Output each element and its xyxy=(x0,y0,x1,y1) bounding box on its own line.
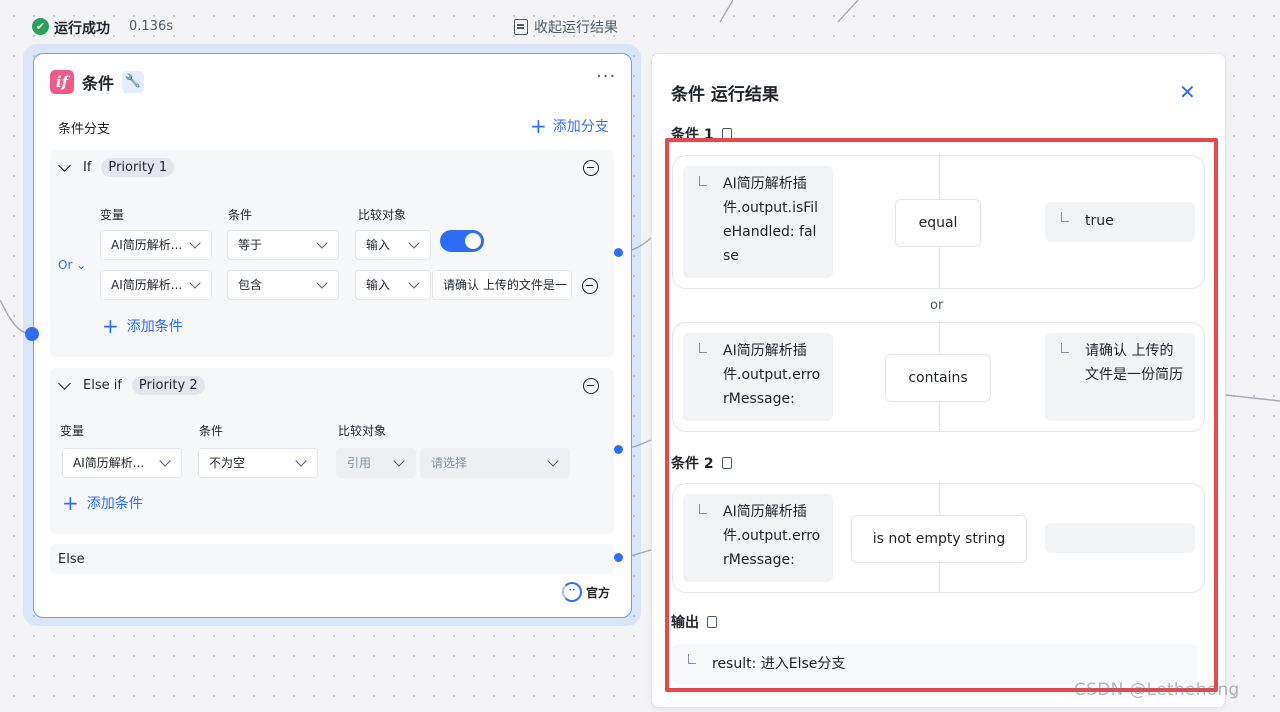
compare-value-input[interactable]: 请确认 上传的文件是一 xyxy=(432,270,572,300)
column-label-condition: 条件 xyxy=(228,208,253,222)
remove-branch-icon[interactable] xyxy=(583,160,599,176)
branch-kind: If xyxy=(83,160,92,175)
column-label-variable: 变量 xyxy=(60,424,85,438)
add-condition-label: 添加条件 xyxy=(86,496,143,512)
if-branch: If Priority 1 变量 条件 比较对象 Or ⌄ AI简历解析... … xyxy=(50,150,614,357)
priority-badge: Priority 1 xyxy=(101,158,175,177)
compare-value: 请确认 上传的文件是一 xyxy=(443,278,567,292)
column-label-condition: 条件 xyxy=(199,424,224,438)
variable-value: AI简历解析... xyxy=(73,456,145,470)
panel-title: 条件 运行结果 xyxy=(671,85,779,105)
branch-kind: Else xyxy=(58,552,85,567)
collapse-results-label: 收起运行结果 xyxy=(534,20,618,36)
operator-select[interactable]: 不为空 xyxy=(198,448,318,478)
chevron-down-icon xyxy=(316,277,328,289)
plus-icon: + xyxy=(102,314,119,338)
add-branch-button[interactable]: + 添加分支 xyxy=(530,116,609,136)
else-if-branch-header[interactable]: Else if Priority 2 xyxy=(58,376,205,395)
if-branch-header[interactable]: If Priority 1 xyxy=(58,158,175,177)
chevron-down-icon xyxy=(159,455,171,467)
else-output-port[interactable] xyxy=(614,553,623,562)
success-check-icon: ✔ xyxy=(32,18,49,35)
operator-select[interactable]: 包含 xyxy=(227,270,339,300)
add-branch-label: 添加分支 xyxy=(552,119,609,135)
chevron-down-icon xyxy=(408,277,420,289)
chevron-down-icon xyxy=(408,237,420,249)
else-branch[interactable]: Else xyxy=(50,544,614,574)
highlight-annotation-box xyxy=(665,138,1218,692)
column-label-compare: 比较对象 xyxy=(338,424,387,438)
else-if-branch: Else if Priority 2 变量 条件 比较对象 AI简历解析... … xyxy=(50,368,614,534)
add-condition-button[interactable]: + 添加条件 xyxy=(62,493,143,513)
variable-value: AI简历解析... xyxy=(111,278,183,292)
chevron-down-icon xyxy=(393,455,405,467)
ref-type-select[interactable]: 引用 xyxy=(336,448,416,478)
ref-type-value: 输入 xyxy=(366,238,391,252)
logic-label: Or xyxy=(58,258,73,272)
remove-branch-icon[interactable] xyxy=(583,378,599,394)
collapse-results-button[interactable]: 收起运行结果 xyxy=(514,16,618,38)
chevron-down-icon[interactable] xyxy=(58,158,71,172)
chevron-down-icon xyxy=(295,455,307,467)
run-status-label: 运行成功 xyxy=(54,21,110,37)
wrench-icon[interactable]: 🔧 xyxy=(122,71,145,93)
variable-select[interactable]: AI简历解析... xyxy=(100,230,212,260)
column-label-compare: 比较对象 xyxy=(358,208,407,222)
document-icon xyxy=(514,19,528,35)
node-title: 条件 xyxy=(82,74,115,93)
ref-type-value: 输入 xyxy=(366,278,391,292)
chevron-down-icon xyxy=(189,277,201,289)
add-condition-button[interactable]: + 添加条件 xyxy=(102,316,183,336)
ref-type-value: 引用 xyxy=(347,456,372,470)
chevron-down-icon xyxy=(547,455,559,467)
logic-toggle[interactable]: Or ⌄ xyxy=(58,258,86,272)
variable-select[interactable]: AI简历解析... xyxy=(100,270,212,300)
variable-select[interactable]: AI简历解析... xyxy=(62,448,182,478)
compare-placeholder: 请选择 xyxy=(431,456,468,470)
plus-icon: + xyxy=(530,114,547,138)
ref-type-select[interactable]: 输入 xyxy=(355,270,431,300)
official-label: 官方 xyxy=(586,585,611,600)
variable-value: AI简历解析... xyxy=(111,238,183,252)
remove-condition-icon[interactable] xyxy=(582,278,598,294)
if-output-port[interactable] xyxy=(614,248,623,257)
else-if-output-port[interactable] xyxy=(614,445,623,454)
priority-badge: Priority 2 xyxy=(131,376,205,395)
compare-value-select[interactable]: 请选择 xyxy=(420,448,570,478)
chevron-down-icon xyxy=(189,237,201,249)
run-status-bar: ✔ 运行成功 0.136s 收起运行结果 xyxy=(30,14,630,40)
node-header: if 条件 🔧 xyxy=(50,70,145,94)
more-options-icon[interactable]: ··· xyxy=(596,66,616,87)
branch-kind: Else if xyxy=(83,378,122,393)
value-toggle[interactable] xyxy=(440,230,484,252)
chevron-down-icon[interactable] xyxy=(58,376,71,390)
watermark: CSDN @Lethehong xyxy=(1074,680,1240,700)
condition-node[interactable]: if 条件 🔧 ··· 条件分支 + 添加分支 If Priority 1 变量… xyxy=(33,53,632,618)
operator-value: 包含 xyxy=(238,278,263,292)
official-icon: ·· xyxy=(562,582,582,602)
chevron-down-icon xyxy=(316,237,328,249)
plus-icon: + xyxy=(62,491,79,515)
official-badge: ·· 官方 xyxy=(562,582,610,602)
add-condition-label: 添加条件 xyxy=(126,319,183,335)
operator-value: 不为空 xyxy=(209,456,246,470)
column-label-variable: 变量 xyxy=(100,208,125,222)
ref-type-select[interactable]: 输入 xyxy=(355,230,431,260)
run-duration: 0.136s xyxy=(129,19,173,34)
operator-value: 等于 xyxy=(238,238,263,252)
operator-select[interactable]: 等于 xyxy=(227,230,339,260)
input-port[interactable] xyxy=(25,327,39,341)
if-icon: if xyxy=(50,70,74,94)
close-icon[interactable]: ✕ xyxy=(1179,80,1196,104)
branch-section-label: 条件分支 xyxy=(58,122,111,137)
